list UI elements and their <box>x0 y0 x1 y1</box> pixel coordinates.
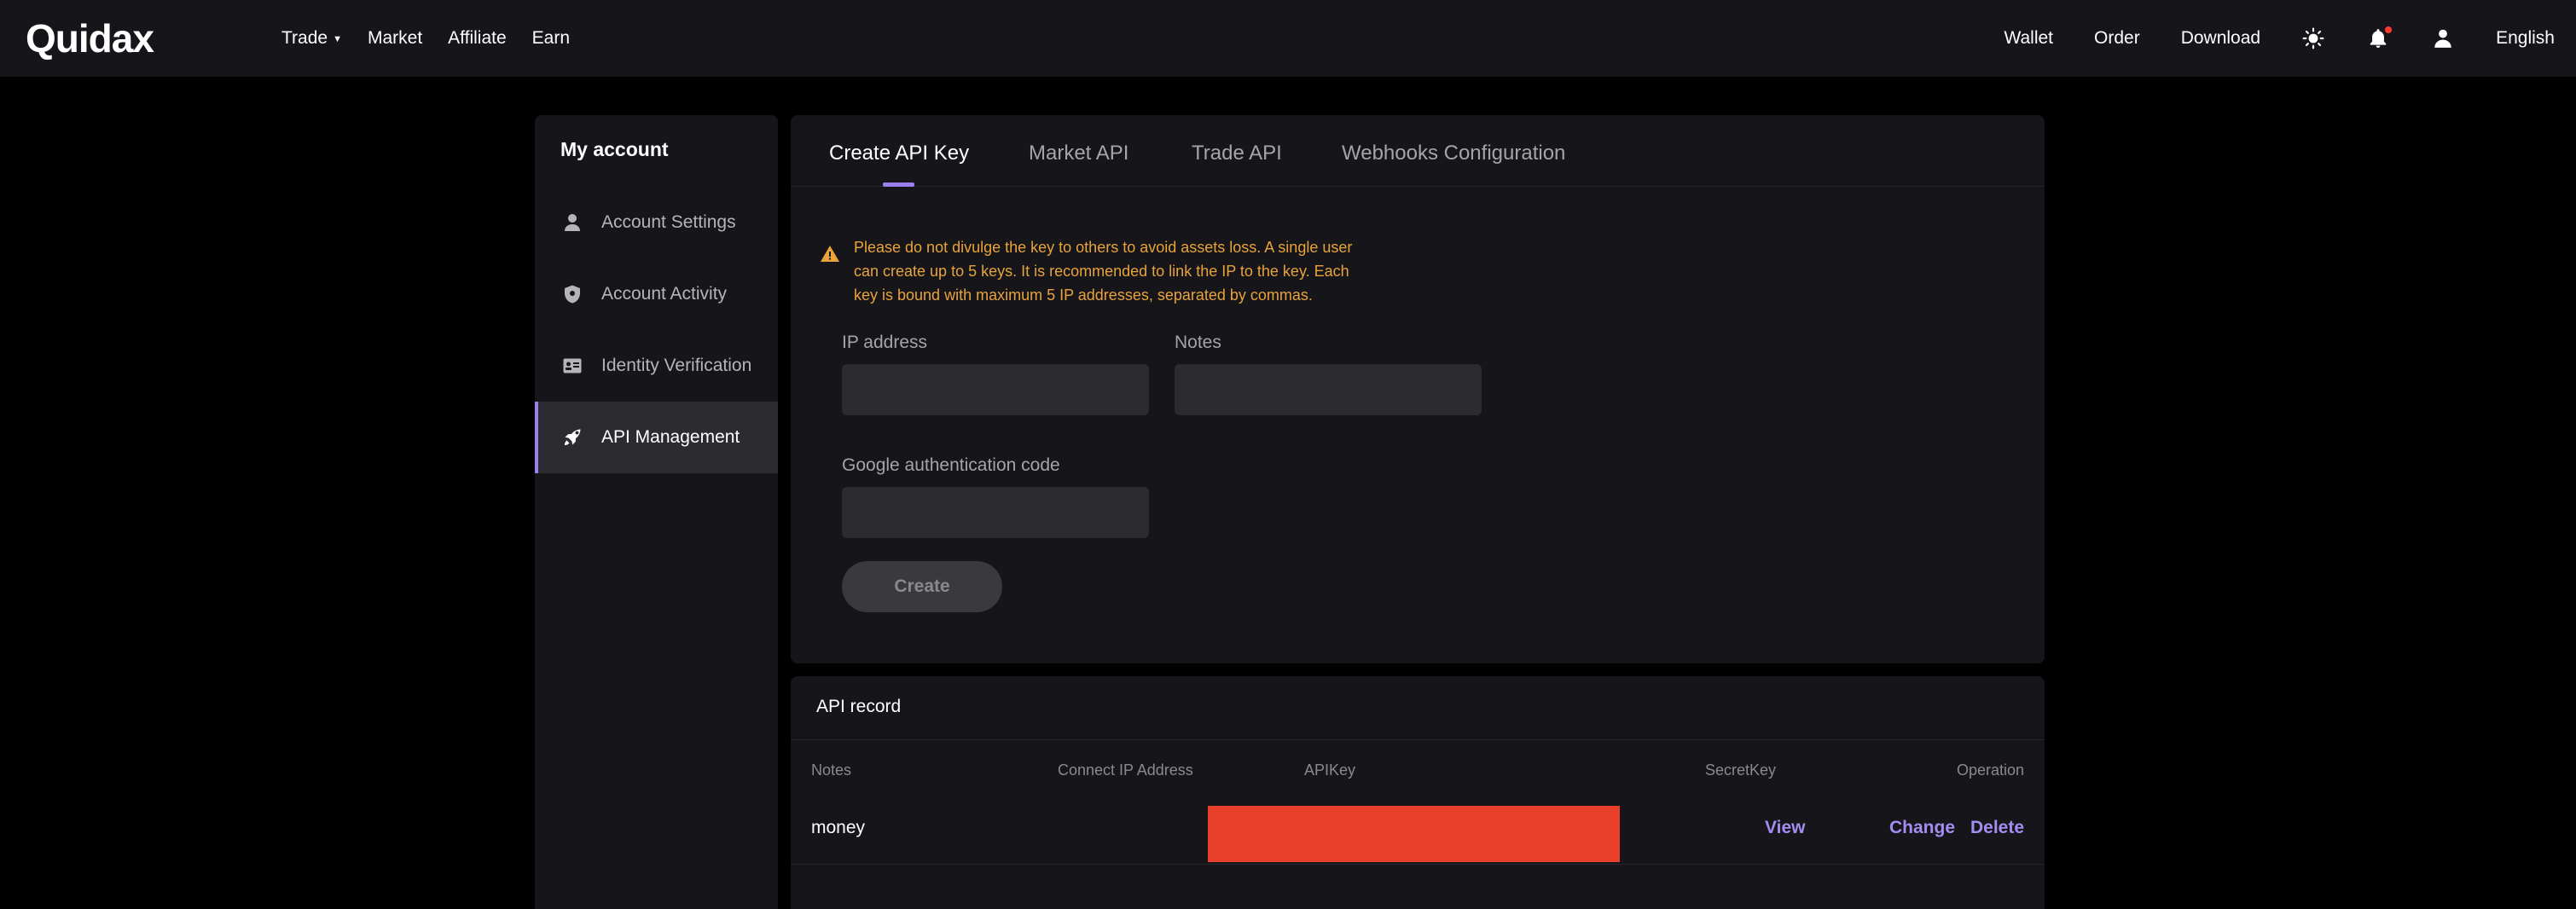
rocket-icon <box>560 426 584 449</box>
nav-earn[interactable]: Earn <box>532 28 570 49</box>
top-navigation: Quidax Trade ▼ Market Affiliate Earn Wal… <box>0 0 2576 77</box>
apikey-redaction <box>1208 806 1620 862</box>
create-button[interactable]: Create <box>842 561 1002 612</box>
sidebar-item-account-activity[interactable]: Account Activity <box>535 258 778 330</box>
active-tab-indicator <box>883 182 914 187</box>
person-icon <box>560 211 584 234</box>
api-record-title: API record <box>816 697 902 716</box>
warning-text: Please do not divulge the key to others … <box>854 235 1352 307</box>
nav-wallet[interactable]: Wallet <box>2004 28 2053 49</box>
nav-trade[interactable]: Trade ▼ <box>281 28 342 49</box>
sidebar-item-api-management[interactable]: API Management <box>535 402 778 473</box>
sidebar-title: My account <box>560 138 669 160</box>
secondary-nav: Wallet Order Download English <box>1963 0 2555 77</box>
sidebar-item-label: Account Settings <box>601 212 736 232</box>
tab-webhooks-configuration[interactable]: Webhooks Configuration <box>1342 142 1565 165</box>
notification-dot <box>2385 26 2393 33</box>
language-selector[interactable]: English <box>2496 28 2555 49</box>
warning-line: key is bound with maximum 5 IP addresses… <box>854 287 1313 304</box>
google-auth-code-input[interactable] <box>842 487 1149 538</box>
nav-download[interactable]: Download <box>2181 28 2260 49</box>
column-header-secretkey: SecretKey <box>1705 761 1777 779</box>
sidebar-item-label: Account Activity <box>601 284 728 304</box>
caret-down-icon: ▼ <box>333 34 342 44</box>
api-tabs: Create API Key Market API Trade API Webh… <box>791 115 2045 187</box>
warning-line: can create up to 5 keys. It is recommend… <box>854 263 1349 280</box>
google-auth-label: Google authentication code <box>842 455 1060 475</box>
tab-market-api[interactable]: Market API <box>1029 142 1128 165</box>
nav-affiliate[interactable]: Affiliate <box>448 28 507 49</box>
notes-label: Notes <box>1175 333 1221 352</box>
shield-icon <box>560 282 584 306</box>
api-record-panel: API record Notes Connect IP Address APIK… <box>791 676 2045 909</box>
view-secret-link[interactable]: View <box>1765 818 1805 838</box>
divider <box>791 739 2045 740</box>
divider <box>791 864 2045 865</box>
nav-market[interactable]: Market <box>368 28 422 49</box>
api-warning: Please do not divulge the key to others … <box>820 235 1383 307</box>
quidax-logo[interactable]: Quidax <box>26 15 154 61</box>
warning-line: Please do not divulge the key to others … <box>854 239 1353 256</box>
tab-create-api-key[interactable]: Create API Key <box>829 142 969 165</box>
primary-nav: Trade ▼ Market Affiliate Earn <box>281 0 570 77</box>
account-sidebar: My account Account Settings Account Acti… <box>535 115 778 909</box>
ip-address-label: IP address <box>842 333 928 352</box>
column-header-apikey: APIKey <box>1304 761 1356 779</box>
id-card-icon <box>560 354 584 378</box>
row-notes-cell: money <box>811 818 866 837</box>
sidebar-item-label: API Management <box>601 427 740 447</box>
warning-icon <box>821 246 839 262</box>
user-icon[interactable] <box>2431 26 2455 50</box>
nav-order[interactable]: Order <box>2094 28 2140 49</box>
sidebar-item-identity-verification[interactable]: Identity Verification <box>535 330 778 402</box>
bell-icon[interactable] <box>2366 26 2393 50</box>
ip-address-input[interactable] <box>842 364 1149 415</box>
column-header-notes: Notes <box>811 761 852 779</box>
column-header-operation: Operation <box>1956 761 2024 779</box>
column-header-connect-ip: Connect IP Address <box>1058 761 1193 779</box>
change-link[interactable]: Change <box>1889 818 1955 838</box>
sidebar-item-account-settings[interactable]: Account Settings <box>535 187 778 258</box>
notes-input[interactable] <box>1175 364 1482 415</box>
tab-trade-api[interactable]: Trade API <box>1192 142 1282 165</box>
delete-link[interactable]: Delete <box>1970 818 2024 838</box>
create-api-key-panel: Create API Key Market API Trade API Webh… <box>791 115 2045 663</box>
sun-icon[interactable] <box>2301 26 2325 50</box>
nav-trade-label: Trade <box>281 28 328 48</box>
sidebar-item-label: Identity Verification <box>601 356 752 375</box>
